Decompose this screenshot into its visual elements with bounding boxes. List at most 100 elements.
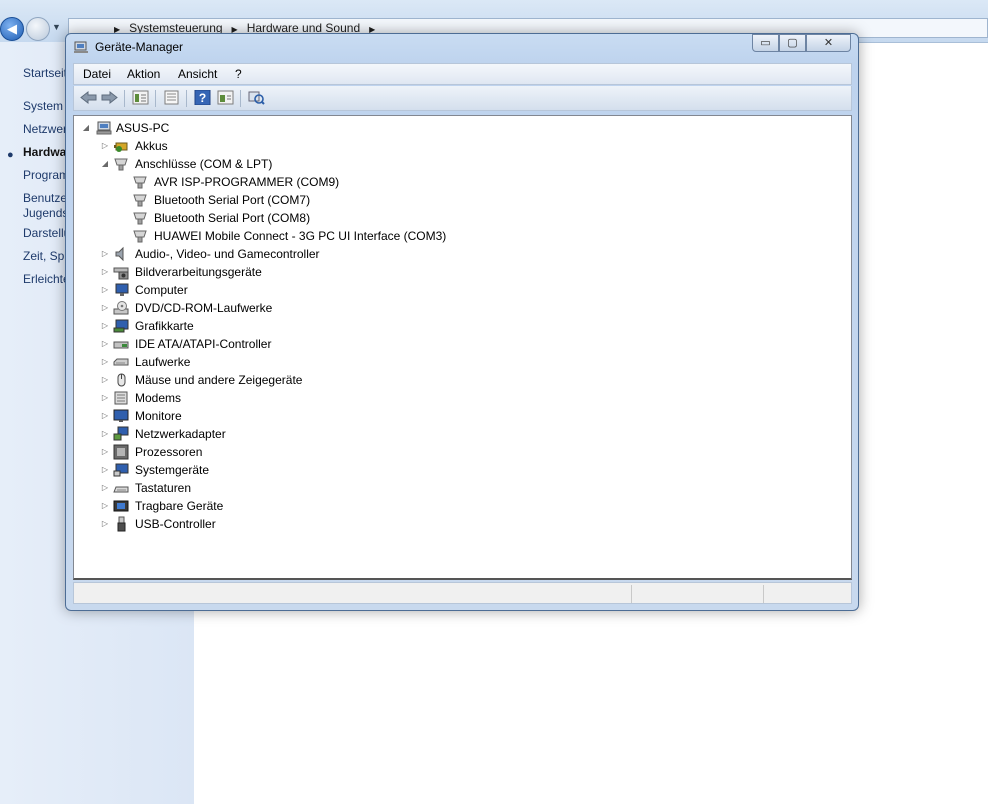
collapse-arrow-icon[interactable]: ◢ (82, 123, 90, 132)
tree-label: Akkus (135, 139, 168, 153)
tree-label: Tragbare Geräte (135, 499, 224, 513)
menu-aktion[interactable]: Aktion (127, 67, 160, 81)
status-pane (763, 585, 852, 603)
ide-controller-icon (113, 341, 129, 349)
computer-icon (96, 121, 112, 135)
tree-label: Laufwerke (135, 355, 191, 369)
device-tree[interactable]: ◢ ASUS-PC ▷ Akkus ◢ Anschlüsse (COM & LP… (73, 115, 852, 580)
sidebar-link-system[interactable]: System (23, 99, 63, 113)
tree-label: Bildverarbeitungsgeräte (135, 265, 262, 279)
expand-arrow-icon[interactable]: ▷ (101, 411, 109, 420)
tree-label: Bluetooth Serial Port (COM7) (154, 193, 311, 207)
expand-arrow-icon[interactable]: ▷ (101, 447, 109, 456)
expand-arrow-icon[interactable]: ▷ (101, 519, 109, 528)
sidebar-link-zeit[interactable]: Zeit, Spr (23, 249, 68, 263)
expand-arrow-icon[interactable]: ▷ (101, 465, 109, 474)
tree-label: Computer (135, 283, 188, 297)
network-icon (113, 426, 129, 441)
view-icon[interactable] (217, 90, 234, 105)
tree-label: Systemgeräte (135, 463, 210, 477)
monitor-icon (113, 409, 129, 422)
speaker-icon (115, 246, 124, 262)
details-icon[interactable] (163, 90, 180, 105)
expand-arrow-icon[interactable]: ▷ (101, 267, 109, 276)
tree-label: Modems (135, 391, 182, 405)
sidebar-link-startseite[interactable]: Startseit (23, 66, 67, 80)
battery-icon (114, 142, 128, 152)
tree-label: Tastaturen (135, 481, 192, 495)
modem-icon (114, 391, 128, 405)
sidebar-link-darstellung[interactable]: Darstellu (23, 226, 70, 240)
minimize-button[interactable]: ▭ (752, 34, 779, 52)
nav-forward-button[interactable] (26, 17, 50, 41)
device-manager-window: Geräte-Manager ▭ ▢ ✕ Datei Aktion Ansich… (65, 33, 859, 611)
mouse-icon (117, 373, 126, 387)
tree-label: Anschlüsse (COM & LPT) (135, 157, 273, 171)
expand-arrow-icon[interactable]: ▷ (101, 249, 109, 258)
forward-icon[interactable] (101, 90, 118, 105)
expand-arrow-icon[interactable]: ▷ (101, 375, 109, 384)
sidebar-link-benutzer[interactable]: Benutze (23, 191, 67, 205)
tree-label: IDE ATA/ATAPI-Controller (135, 337, 272, 351)
tree-label: USB-Controller (135, 517, 216, 531)
nav-history-dropdown-icon[interactable]: ▼ (52, 22, 61, 32)
help-icon[interactable]: ? (194, 90, 211, 105)
tree-label: ASUS-PC (116, 121, 170, 135)
tree-label: Netzwerkadapter (135, 427, 226, 441)
port-icon (133, 230, 147, 243)
status-bar (73, 582, 852, 604)
maximize-button[interactable]: ▢ (779, 34, 806, 52)
tree-label: Grafikkarte (135, 319, 194, 333)
expand-arrow-icon[interactable]: ▷ (101, 429, 109, 438)
port-icon (133, 212, 147, 225)
expand-arrow-icon[interactable]: ▷ (101, 483, 109, 492)
collapse-arrow-icon[interactable]: ◢ (101, 159, 109, 168)
close-button[interactable]: ✕ (806, 34, 851, 52)
tree-label: Prozessoren (135, 445, 203, 459)
sidebar-link-hardware[interactable]: Hardwa (23, 145, 66, 159)
tree-label: AVR ISP-PROGRAMMER (COM9) (154, 175, 340, 189)
portable-device-icon (113, 500, 129, 512)
expand-arrow-icon[interactable]: ▷ (101, 501, 109, 510)
expand-arrow-icon[interactable]: ▷ (101, 393, 109, 402)
expand-arrow-icon[interactable]: ▷ (101, 357, 109, 366)
sidebar-link-programme[interactable]: Program (23, 168, 69, 182)
nav-back-button[interactable]: ◀ (0, 17, 24, 41)
tree-label: Bluetooth Serial Port (COM8) (154, 211, 311, 225)
sidebar-link-jugendschutz[interactable]: Jugends (23, 206, 68, 220)
toolbar: ? (73, 86, 852, 111)
expand-arrow-icon[interactable]: ▷ (101, 339, 109, 348)
port-icon (114, 158, 128, 171)
camera-icon (113, 267, 129, 280)
expand-arrow-icon[interactable]: ▷ (101, 321, 109, 330)
scan-hardware-icon[interactable] (248, 90, 265, 105)
tree-label: Monitore (135, 409, 182, 423)
expand-arrow-icon[interactable]: ▷ (101, 141, 109, 150)
drive-icon (113, 358, 129, 366)
properties-list-icon[interactable] (132, 90, 149, 105)
menu-datei[interactable]: Datei (83, 67, 111, 81)
menu-help[interactable]: ? (235, 67, 242, 81)
device-manager-icon (74, 41, 88, 53)
tree-label: HUAWEI Mobile Connect - 3G PC UI Interfa… (154, 229, 447, 243)
disc-drive-icon (113, 301, 129, 315)
menu-bar: Datei Aktion Ansicht ? (73, 63, 852, 85)
svg-text:?: ? (199, 91, 206, 105)
sidebar-link-erleichterte[interactable]: Erleichte (23, 272, 70, 286)
back-icon[interactable] (80, 90, 97, 105)
port-icon (133, 194, 147, 207)
monitor-icon (115, 283, 129, 296)
usb-icon (117, 516, 126, 532)
expand-arrow-icon[interactable]: ▷ (101, 285, 109, 294)
port-icon (133, 176, 147, 189)
window-title: Geräte-Manager (95, 40, 184, 54)
expand-arrow-icon[interactable]: ▷ (101, 303, 109, 312)
menu-ansicht[interactable]: Ansicht (178, 67, 217, 81)
system-device-icon (113, 463, 129, 477)
status-pane (631, 585, 764, 603)
keyboard-icon (113, 486, 129, 493)
tree-label: DVD/CD-ROM-Laufwerke (135, 301, 273, 315)
cpu-icon (113, 444, 129, 460)
display-adapter-icon (113, 319, 129, 333)
sidebar-link-netzwerk[interactable]: Netzwer (23, 122, 67, 136)
